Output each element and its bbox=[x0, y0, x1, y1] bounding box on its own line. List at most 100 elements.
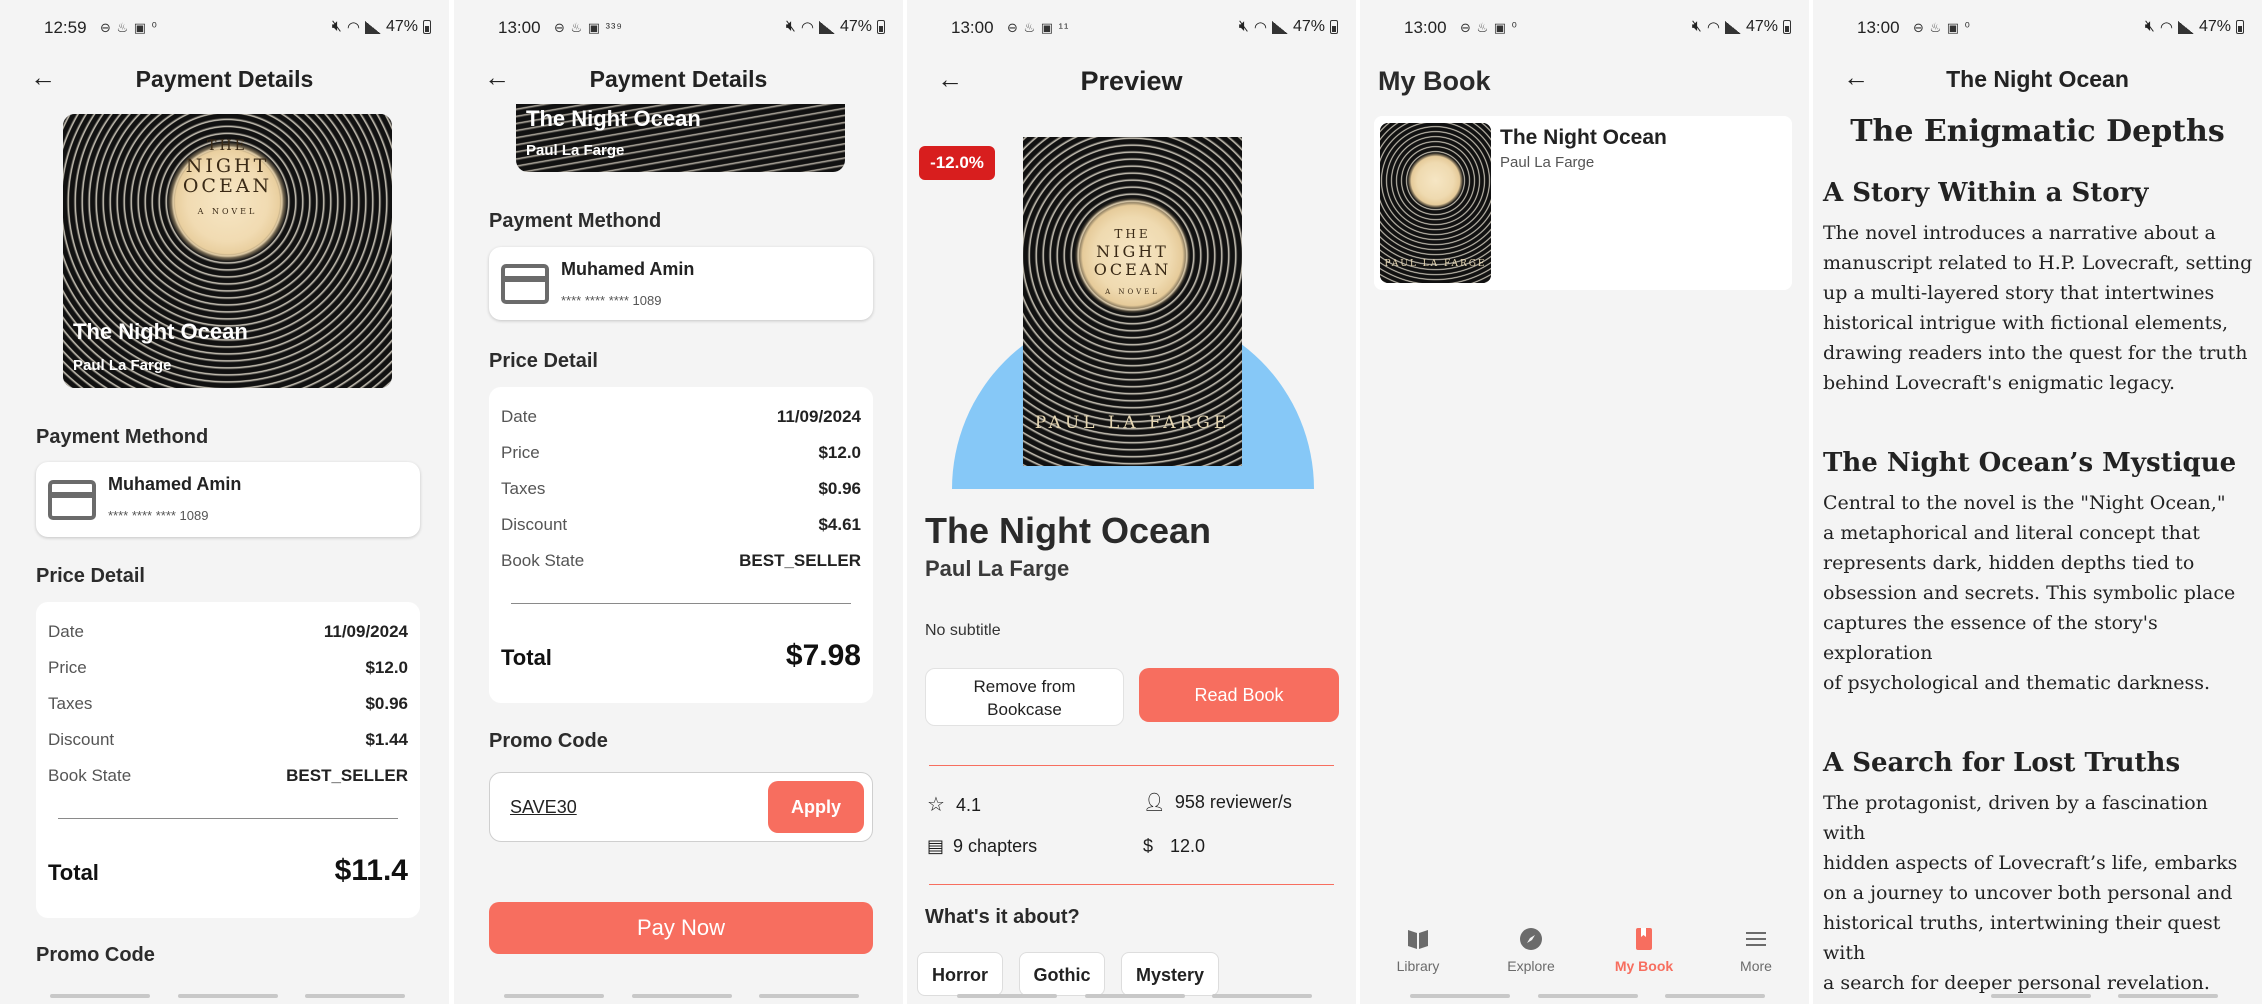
cover-line-2: NIGHT bbox=[185, 155, 270, 177]
reviewers-stat: 👤︎ 958 reviewer/s bbox=[1143, 792, 1292, 813]
price-row-price: Price $12.0 bbox=[48, 658, 408, 682]
card-holder-name: Muhamed Amin bbox=[561, 259, 695, 279]
status-notification-icons: ⊖ ♨ ▣ ³³⁹ bbox=[554, 20, 623, 35]
row-key: Discount bbox=[48, 730, 115, 749]
row-key: Price bbox=[48, 658, 87, 677]
read-book-button[interactable]: Read Book bbox=[1139, 668, 1339, 722]
body-line: on a journey to uncover both personal an… bbox=[1823, 882, 2233, 904]
row-key: Taxes bbox=[48, 694, 93, 713]
remove-label-line1: Remove from bbox=[973, 677, 1076, 696]
body-line: obsession and secrets. This symbolic pla… bbox=[1823, 582, 2236, 604]
cover-line-1: THE bbox=[207, 138, 248, 154]
body-line: behind Lovecraft's enigmatic legacy. bbox=[1823, 372, 2176, 394]
row-key: Book State bbox=[48, 766, 132, 785]
cover-line-3: OCEAN bbox=[182, 175, 273, 197]
scroll-indicator bbox=[632, 994, 732, 998]
wifi-icon: ◠ bbox=[1253, 19, 1267, 36]
pay-now-button[interactable]: Pay Now bbox=[489, 902, 873, 954]
payment-method-card[interactable]: Muhamed Amin **** **** **** 1089 bbox=[36, 462, 420, 537]
nav-library[interactable]: Library bbox=[1378, 926, 1458, 974]
apply-button[interactable]: Apply bbox=[768, 781, 864, 833]
row-value: $0.96 bbox=[365, 694, 408, 713]
cover-sub: A NOVEL bbox=[1105, 288, 1160, 296]
bookmark-book-icon bbox=[1636, 928, 1652, 950]
body-line: captures the essence of the story's expl… bbox=[1823, 612, 2158, 664]
body-line: historical intrigue with fictional eleme… bbox=[1823, 312, 2229, 334]
nav-explore[interactable]: Explore bbox=[1491, 926, 1571, 974]
mute-icon: 🔇︎ bbox=[331, 18, 342, 35]
price-row-discount: Discount $4.61 bbox=[501, 515, 861, 539]
reviewers-value: 958 reviewer/s bbox=[1174, 792, 1292, 812]
wifi-icon: ◠ bbox=[1706, 19, 1720, 36]
divider bbox=[58, 818, 398, 819]
price-row-date: Date 11/09/2024 bbox=[48, 622, 408, 646]
nav-my-book-label: My Book bbox=[1614, 958, 1674, 974]
nav-my-book[interactable]: My Book bbox=[1604, 926, 1684, 974]
cover-sub: A NOVEL bbox=[197, 207, 258, 216]
price-detail-label: Price Detail bbox=[36, 565, 145, 587]
screen-reader: 13:00 ⊖ ♨ ▣ ⁰ 🔇︎ ◠ 47% ← The Night Ocean… bbox=[1813, 0, 2262, 1004]
reader-content: A Story Within a Story The novel introdu… bbox=[1823, 178, 2256, 998]
price-detail-label: Price Detail bbox=[489, 350, 598, 372]
remove-from-bookcase-button[interactable]: Remove from Bookcase bbox=[925, 668, 1124, 726]
nav-more[interactable]: More bbox=[1716, 926, 1796, 974]
cover-line-1: THE bbox=[1114, 227, 1151, 241]
total-label: Total bbox=[501, 645, 552, 670]
body-line: manuscript related to H.P. Lovecraft, se… bbox=[1823, 252, 2253, 274]
section-3: A Search for Lost Truths The protagonist… bbox=[1823, 748, 2256, 998]
menu-icon bbox=[1746, 932, 1766, 946]
genre-chip-gothic[interactable]: Gothic bbox=[1019, 952, 1105, 996]
status-time: 13:00 bbox=[1404, 18, 1447, 37]
page-title: Payment Details bbox=[589, 66, 768, 92]
row-value: $12.0 bbox=[818, 443, 861, 462]
mute-icon: 🔇︎ bbox=[1238, 18, 1249, 35]
screen-payment-details-2: 13:00 ⊖ ♨ ▣ ³³⁹ 🔇︎ ◠ 47% ← Payment Detai… bbox=[454, 0, 903, 1004]
book-title: The Night Ocean bbox=[1500, 126, 1667, 149]
row-key: Date bbox=[501, 407, 537, 426]
status-bar: 12:59 ⊖ ♨ ▣ ⁰ 🔇︎ ◠ 47% bbox=[0, 18, 449, 42]
row-key: Book State bbox=[501, 551, 585, 570]
promo-code-label: Promo Code bbox=[489, 730, 608, 752]
battery-percent: 47% bbox=[839, 18, 872, 35]
status-time: 13:00 bbox=[498, 18, 541, 37]
row-value: $4.61 bbox=[818, 515, 861, 534]
status-right-icons: 🔇︎ ◠ 47% bbox=[1239, 18, 1338, 36]
compass-icon bbox=[1520, 928, 1542, 950]
price-detail-card: Date 11/09/2024 Price $12.0 Taxes $0.96 Dis… bbox=[489, 387, 873, 703]
promo-code-field[interactable]: SAVE30 Apply bbox=[489, 772, 873, 842]
battery-percent: 47% bbox=[385, 18, 418, 35]
section-1: A Story Within a Story The novel introdu… bbox=[1823, 178, 2256, 398]
status-notification-icons: ⊖ ♨ ▣ ⁰ bbox=[1913, 20, 1971, 35]
cover-overlay-author: Paul La Farge bbox=[526, 142, 625, 159]
status-right-icons: 🔇︎ ◠ 47% bbox=[1692, 18, 1791, 36]
wifi-icon: ◠ bbox=[346, 19, 360, 36]
scroll-indicator bbox=[759, 994, 859, 998]
promo-code-input[interactable]: SAVE30 bbox=[510, 797, 577, 818]
section-body: The protagonist, driven by a fascination… bbox=[1823, 788, 2256, 998]
row-value: $1.44 bbox=[365, 730, 408, 749]
status-bar: 13:00 ⊖ ♨ ▣ ⁰ 🔇︎ ◠ 47% bbox=[1813, 18, 2262, 42]
book-list-item[interactable]: PAUL LA FARGE The Night Ocean Paul La Fa… bbox=[1374, 116, 1792, 290]
row-value: BEST_SELLER bbox=[739, 551, 861, 570]
book-author: Paul La Farge bbox=[925, 556, 1070, 581]
divider bbox=[929, 884, 1334, 885]
book-stack-icon: ▤ bbox=[927, 836, 945, 856]
bottom-nav: Library Explore My Book More bbox=[1360, 904, 1809, 1004]
payment-method-card[interactable]: Muhamed Amin **** **** **** 1089 bbox=[489, 247, 873, 320]
status-right-icons: 🔇︎ ◠ 47% bbox=[786, 18, 885, 36]
body-line: up a multi-layered story that intertwine… bbox=[1823, 282, 2215, 304]
genre-chip-horror[interactable]: Horror bbox=[917, 952, 1003, 996]
cover-author-caps: PAUL LA FARGE bbox=[1034, 413, 1231, 433]
row-key: Price bbox=[501, 443, 540, 462]
body-line: historical truths, intertwining their qu… bbox=[1823, 912, 2221, 964]
section-heading: A Story Within a Story bbox=[1823, 178, 2149, 208]
price-row-taxes: Taxes $0.96 bbox=[48, 694, 408, 718]
scroll-indicator bbox=[2118, 994, 2218, 998]
nav-explore-label: Explore bbox=[1507, 958, 1555, 974]
row-value: BEST_SELLER bbox=[286, 766, 408, 785]
status-notification-icons: ⊖ ♨ ▣ ⁰ bbox=[1460, 20, 1518, 35]
row-value: 11/09/2024 bbox=[323, 622, 408, 641]
genre-chip-mystery[interactable]: Mystery bbox=[1121, 952, 1219, 996]
book-thumbnail: PAUL LA FARGE bbox=[1380, 123, 1491, 283]
book-cover: THE NIGHT OCEAN A NOVEL PAUL LA FARGE bbox=[1023, 137, 1242, 466]
